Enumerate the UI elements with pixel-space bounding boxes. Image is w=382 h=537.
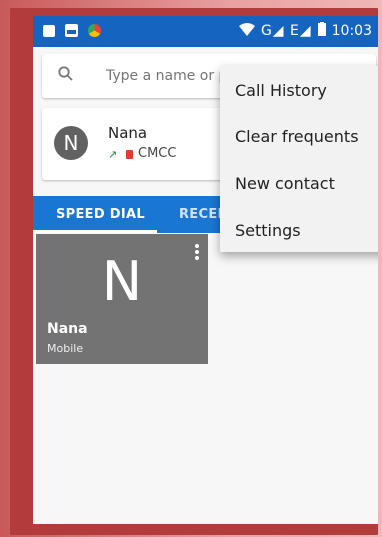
menu-item-clear-frequents[interactable]: Clear frequents — [235, 118, 359, 154]
battery-icon — [317, 22, 326, 40]
signal-text: G◢ E◢ — [260, 23, 312, 39]
overflow-menu: Call History Clear frequents New contact… — [220, 66, 378, 252]
wifi-icon — [238, 22, 255, 40]
menu-item-settings[interactable]: Settings — [235, 212, 301, 248]
search-icon — [58, 66, 73, 81]
phone-screen: G◢ E◢ 10:03 N Nana ↗ CMCC SPEED DIAL REC… — [33, 16, 378, 524]
status-bar: G◢ E◢ 10:03 — [33, 16, 378, 47]
tile-number-type: Mobile — [47, 342, 84, 355]
sim-icon — [126, 150, 133, 159]
speed-dial-tile[interactable]: N Nana Mobile — [36, 234, 208, 364]
contact-name: Nana — [108, 124, 148, 142]
more-options-icon[interactable] — [194, 244, 200, 262]
sim-card-icon — [43, 24, 55, 37]
outgoing-call-icon: ↗ — [108, 148, 118, 161]
tile-initial: N — [101, 250, 143, 313]
chrome-icon — [88, 24, 101, 37]
active-tab-indicator — [33, 230, 157, 233]
menu-item-new-contact[interactable]: New contact — [235, 165, 335, 201]
tab-speed-dial[interactable]: SPEED DIAL — [56, 196, 145, 233]
notification-icons — [43, 24, 101, 37]
menu-item-call-history[interactable]: Call History — [235, 72, 327, 108]
tile-contact-name: Nana — [47, 321, 88, 337]
carrier-label: CMCC — [138, 146, 177, 161]
status-right: G◢ E◢ 10:03 — [238, 22, 372, 40]
avatar: N — [54, 126, 88, 160]
clock: 10:03 — [331, 23, 372, 39]
outer-frame: G◢ E◢ 10:03 N Nana ↗ CMCC SPEED DIAL REC… — [0, 0, 382, 537]
gallery-icon — [65, 24, 78, 37]
